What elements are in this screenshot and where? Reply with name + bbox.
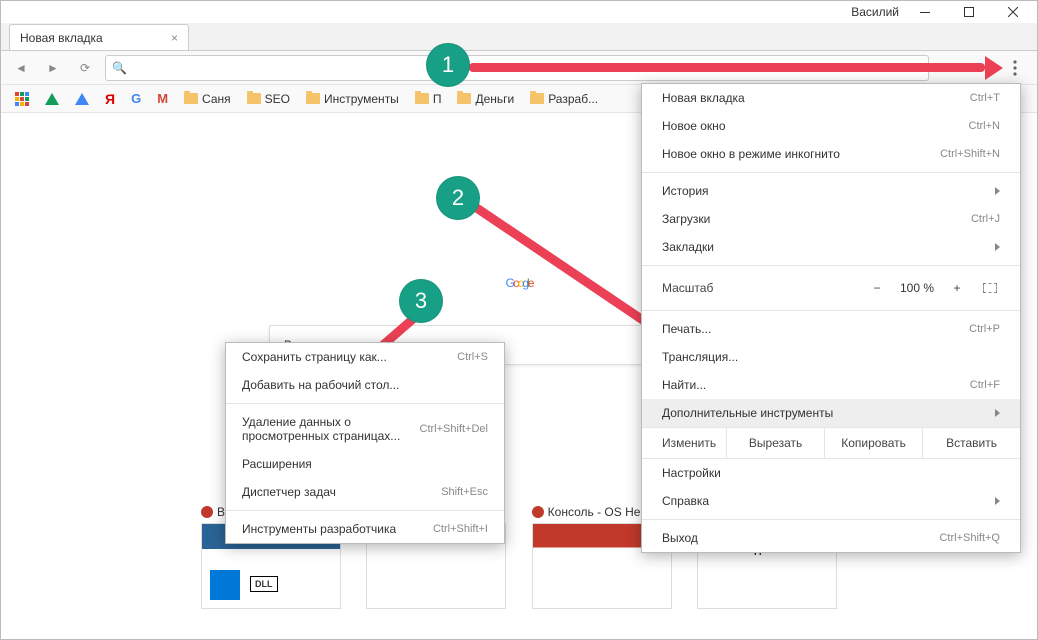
- menu-downloads[interactable]: ЗагрузкиCtrl+J: [642, 205, 1020, 233]
- menu-help[interactable]: Справка: [642, 487, 1020, 515]
- folder-icon: [530, 93, 544, 104]
- chrome-main-menu: Новая вкладкаCtrl+T Новое окноCtrl+N Нов…: [641, 83, 1021, 553]
- bookmark-folder[interactable]: Разраб...: [524, 90, 604, 108]
- bookmark-folder[interactable]: Деньги: [451, 90, 520, 108]
- annotation-arrowhead: [985, 56, 1003, 80]
- tab-strip: Новая вкладка ×: [1, 23, 1037, 51]
- bookmark-drive[interactable]: [39, 91, 65, 107]
- folder-icon: [184, 93, 198, 104]
- close-button[interactable]: [991, 1, 1035, 23]
- back-button[interactable]: ◄: [9, 56, 33, 80]
- copy-button[interactable]: Копировать: [824, 428, 922, 458]
- search-icon: 🔍: [112, 61, 127, 75]
- tab-title: Новая вкладка: [20, 31, 103, 45]
- fullscreen-icon[interactable]: [983, 283, 997, 293]
- yandex-icon: Я: [105, 91, 115, 107]
- paste-button[interactable]: Вставить: [922, 428, 1020, 458]
- submenu-add-desktop: Добавить на рабочий стол...: [226, 371, 504, 399]
- tab-close-icon[interactable]: ×: [171, 31, 178, 45]
- minimize-button[interactable]: [903, 1, 947, 23]
- bookmark-google[interactable]: G: [125, 89, 147, 108]
- zoom-value: 100 %: [900, 281, 934, 295]
- zoom-in-button[interactable]: +: [944, 277, 970, 299]
- favicon: [201, 506, 213, 518]
- bookmark-folder[interactable]: Инструменты: [300, 90, 405, 108]
- more-tools-submenu: Сохранить страницу как...Ctrl+S Добавить…: [225, 342, 505, 544]
- drive-icon: [45, 93, 59, 105]
- menu-print[interactable]: Печать...Ctrl+P: [642, 315, 1020, 343]
- folder-icon: [415, 93, 429, 104]
- menu-bookmarks[interactable]: Закладки: [642, 233, 1020, 261]
- menu-find[interactable]: Найти...Ctrl+F: [642, 371, 1020, 399]
- bookmark-drive2[interactable]: [69, 91, 95, 107]
- submenu-devtools[interactable]: Инструменты разработчикаCtrl+Shift+I: [226, 515, 504, 543]
- bookmark-yandex[interactable]: Я: [99, 89, 121, 109]
- maximize-button[interactable]: [947, 1, 991, 23]
- annotation-badge-1: 1: [426, 43, 470, 87]
- folder-icon: [247, 93, 261, 104]
- submenu-save-page[interactable]: Сохранить страницу как...Ctrl+S: [226, 343, 504, 371]
- menu-settings[interactable]: Настройки: [642, 459, 1020, 487]
- chevron-right-icon: [995, 187, 1000, 195]
- submenu-clear-data[interactable]: Удаление данных о просмотренных страница…: [226, 408, 504, 450]
- apps-icon: [15, 92, 29, 106]
- menu-more-tools[interactable]: Дополнительные инструменты: [642, 399, 1020, 427]
- menu-history[interactable]: История: [642, 177, 1020, 205]
- bookmark-folder[interactable]: Саня: [178, 90, 237, 108]
- chrome-menu-button[interactable]: [1001, 54, 1029, 82]
- annotation-arrow: [469, 63, 985, 72]
- chevron-right-icon: [995, 497, 1000, 505]
- menu-exit[interactable]: ВыходCtrl+Shift+Q: [642, 524, 1020, 552]
- cut-button[interactable]: Вырезать: [726, 428, 824, 458]
- bookmark-folder[interactable]: П: [409, 90, 448, 108]
- bookmark-folder[interactable]: SEO: [241, 90, 296, 108]
- annotation-badge-3: 3: [399, 279, 443, 323]
- forward-button[interactable]: ►: [41, 56, 65, 80]
- menu-incognito[interactable]: Новое окно в режиме инкогнитоCtrl+Shift+…: [642, 140, 1020, 168]
- reload-button[interactable]: ⟳: [73, 56, 97, 80]
- gmail-icon: M: [157, 91, 168, 106]
- folder-icon: [306, 93, 320, 104]
- submenu-taskmgr[interactable]: Диспетчер задачShift+Esc: [226, 478, 504, 506]
- submenu-extensions[interactable]: Расширения: [226, 450, 504, 478]
- window-titlebar: Василий: [1, 1, 1037, 23]
- chevron-right-icon: [995, 243, 1000, 251]
- zoom-out-button[interactable]: −: [864, 277, 890, 299]
- menu-new-tab[interactable]: Новая вкладкаCtrl+T: [642, 84, 1020, 112]
- edit-label: Изменить: [642, 428, 726, 458]
- favicon: [532, 506, 544, 518]
- chevron-right-icon: [995, 409, 1000, 417]
- menu-zoom: Масштаб − 100 % +: [642, 270, 1020, 306]
- browser-tab[interactable]: Новая вкладка ×: [9, 24, 189, 50]
- folder-icon: [457, 93, 471, 104]
- google-icon: G: [131, 91, 141, 106]
- apps-button[interactable]: [9, 90, 35, 108]
- drive-icon: [75, 93, 89, 105]
- menu-cast[interactable]: Трансляция...: [642, 343, 1020, 371]
- menu-edit-row: Изменить Вырезать Копировать Вставить: [642, 427, 1020, 459]
- menu-new-window[interactable]: Новое окноCtrl+N: [642, 112, 1020, 140]
- username: Василий: [847, 5, 903, 19]
- annotation-badge-2: 2: [436, 176, 480, 220]
- bookmark-gmail[interactable]: M: [151, 89, 174, 108]
